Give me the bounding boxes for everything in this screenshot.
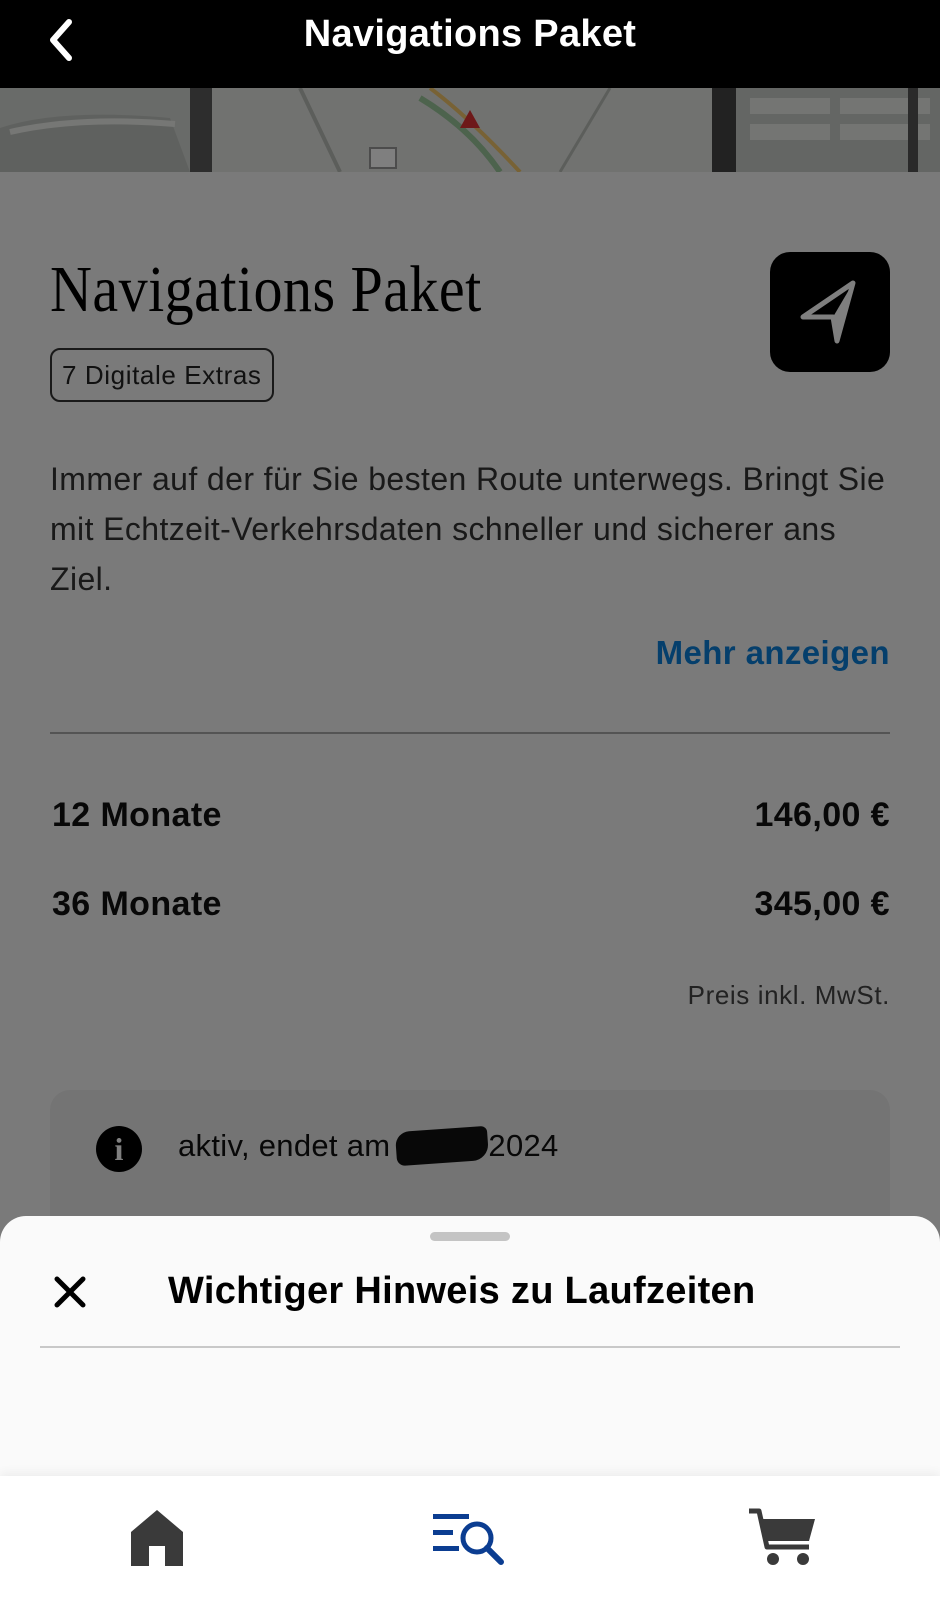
tab-home[interactable] — [112, 1498, 202, 1578]
home-icon — [131, 1510, 183, 1566]
sheet-drag-handle[interactable] — [430, 1232, 510, 1241]
app-screen: Navigations Paket Wichtiger Hinweis zu L… — [0, 0, 940, 1600]
top-bar: Navigations Paket — [0, 0, 940, 88]
bottom-sheet: Wichtiger Hinweis zu Laufzeiten — [0, 1216, 940, 1476]
tab-cart[interactable] — [738, 1498, 828, 1578]
cart-icon — [749, 1508, 815, 1565]
sheet-title: Wichtiger Hinweis zu Laufzeiten — [168, 1270, 756, 1312]
tab-bar — [0, 1476, 940, 1600]
close-button[interactable] — [48, 1270, 92, 1314]
page-title: Navigations Paket — [303, 12, 637, 55]
close-icon — [54, 1276, 86, 1308]
sheet-divider — [40, 1346, 900, 1348]
list-search-icon — [433, 1514, 504, 1565]
tab-browse[interactable] — [424, 1498, 514, 1578]
